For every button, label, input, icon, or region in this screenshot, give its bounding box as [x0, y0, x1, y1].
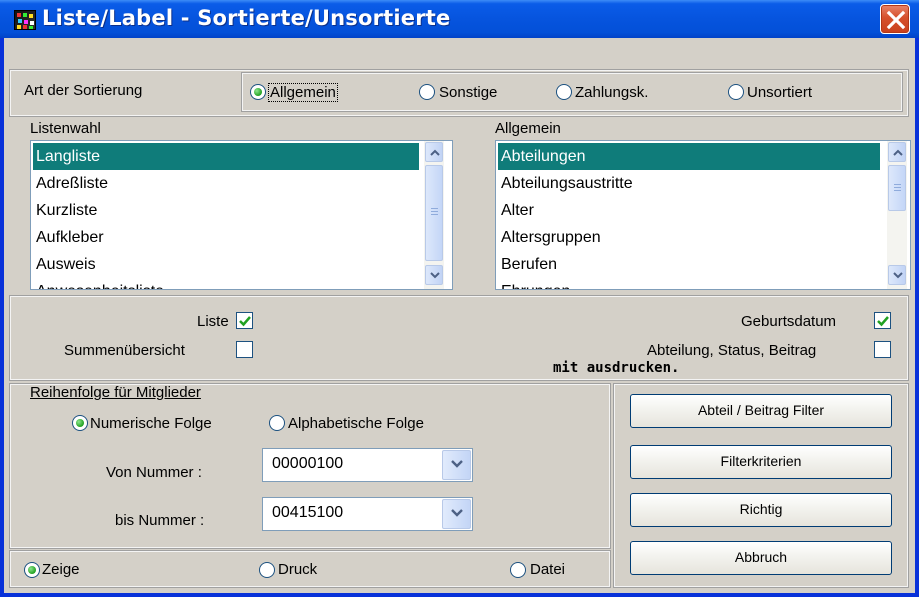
order-label: Reihenfolge für Mitglieder [30, 384, 201, 401]
list-item[interactable]: Aufkleber [33, 224, 104, 251]
list-item[interactable]: Anwesenheitsliste [33, 278, 164, 289]
von-label: Von Nummer : [106, 464, 202, 481]
close-button[interactable] [880, 4, 910, 34]
summen-label: Summenübersicht [64, 342, 185, 359]
liste-label: Liste [197, 313, 229, 330]
radio-zeige[interactable] [24, 562, 40, 578]
list-item[interactable]: Ehrungen [498, 278, 570, 289]
abbruch-button[interactable]: Abbruch [630, 541, 892, 575]
radio-alpha[interactable] [269, 415, 285, 431]
scroll-thumb[interactable] [888, 165, 906, 211]
numeric-order-label: Numerische Folge [90, 415, 212, 432]
chevron-up-icon [893, 149, 903, 156]
app-icon [14, 10, 36, 30]
von-dropdown-button[interactable] [442, 450, 471, 480]
allgemein-listbox[interactable]: Abteilungen Abteilungsaustritte Alter Al… [495, 140, 911, 290]
allgemein-label: Allgemein [495, 120, 561, 137]
von-combo[interactable]: 00000100 [262, 448, 473, 482]
window-title: Liste/Label - Sortierte/Unsortierte [42, 6, 451, 30]
options-panel [9, 295, 909, 381]
listenwahl-label: Listenwahl [30, 120, 101, 137]
sort-option-unsortiert-label: Unsortiert [747, 84, 813, 101]
radio-allgemein[interactable] [250, 84, 266, 100]
filter-button[interactable]: Abteil / Beitrag Filter [630, 394, 892, 428]
radio-zahlungsk[interactable] [556, 84, 572, 100]
scroll-down-button[interactable] [425, 265, 443, 285]
filterkriterien-button[interactable]: Filterkriterien [630, 445, 892, 479]
list-item[interactable]: Langliste [33, 143, 419, 170]
chevron-down-icon [451, 460, 463, 468]
zeige-label: Zeige [42, 561, 80, 578]
list-item[interactable]: Kurzliste [33, 197, 97, 224]
richtig-button[interactable]: Richtig [630, 493, 892, 527]
radio-sonstige[interactable] [419, 84, 435, 100]
radio-unsortiert[interactable] [728, 84, 744, 100]
bis-dropdown-button[interactable] [442, 499, 471, 529]
alpha-order-label: Alphabetische Folge [288, 415, 424, 432]
listenwahl-scrollbar[interactable] [424, 141, 444, 289]
checkmark-icon [877, 316, 889, 327]
chevron-down-icon [451, 509, 463, 517]
dialog-client: Art der Sortierung Allgemein Sonstige Za… [4, 38, 915, 593]
sort-option-allgemein-label: Allgemein [268, 83, 338, 102]
bis-combo[interactable]: 00415100 [262, 497, 473, 531]
scroll-up-button[interactable] [888, 142, 906, 162]
radio-datei[interactable] [510, 562, 526, 578]
abteilung-checkbox[interactable] [874, 341, 891, 358]
list-item[interactable]: Altersgruppen [498, 224, 601, 251]
list-item[interactable]: Berufen [498, 251, 557, 278]
listenwahl-listbox[interactable]: Langliste Adreßliste Kurzliste Aufkleber… [30, 140, 453, 290]
chevron-up-icon [430, 149, 440, 156]
list-item[interactable]: Adreßliste [33, 170, 108, 197]
bis-label: bis Nummer : [115, 512, 205, 529]
close-icon [886, 10, 906, 30]
druck-label: Druck [278, 561, 318, 578]
checkmark-icon [239, 316, 251, 327]
radio-druck[interactable] [259, 562, 275, 578]
datei-label: Datei [530, 561, 566, 578]
scroll-thumb[interactable] [425, 165, 443, 261]
von-value: 00000100 [272, 455, 344, 472]
chevron-down-icon [430, 272, 440, 279]
list-item[interactable]: Abteilungen [498, 143, 880, 170]
dialog-window: Liste/Label - Sortierte/Unsortierte Art … [0, 0, 919, 597]
scroll-up-button[interactable] [425, 142, 443, 162]
radio-numerisch[interactable] [72, 415, 88, 431]
list-item[interactable]: Alter [498, 197, 534, 224]
sort-label: Art der Sortierung [24, 82, 143, 99]
geburtsdatum-label: Geburtsdatum [741, 313, 837, 330]
abteilung-label: Abteilung, Status, Beitrag [647, 342, 817, 359]
summen-checkbox[interactable] [236, 341, 253, 358]
list-item[interactable]: Abteilungsaustritte [498, 170, 633, 197]
print-note: mit ausdrucken. [553, 360, 680, 376]
scroll-down-button[interactable] [888, 265, 906, 285]
allgemein-scrollbar[interactable] [887, 141, 907, 289]
sort-option-sonstige-label: Sonstige [439, 84, 498, 101]
list-item[interactable]: Ausweis [33, 251, 96, 278]
chevron-down-icon [893, 272, 903, 279]
geburtsdatum-checkbox[interactable] [874, 312, 891, 329]
title-bar[interactable]: Liste/Label - Sortierte/Unsortierte [0, 0, 919, 38]
bis-value: 00415100 [272, 504, 344, 521]
liste-checkbox[interactable] [236, 312, 253, 329]
sort-option-zahlungsk-label: Zahlungsk. [575, 84, 649, 101]
